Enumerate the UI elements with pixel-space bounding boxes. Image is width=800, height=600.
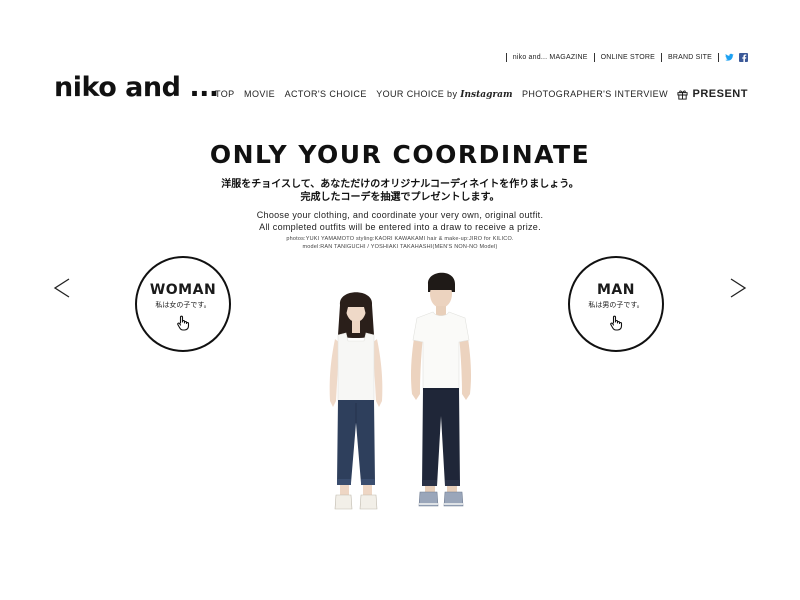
main-nav: TOP MOVIE ACTOR'S CHOICE YOUR CHOICE by … bbox=[215, 88, 748, 100]
pointer-hand-icon bbox=[610, 315, 623, 331]
twitter-icon[interactable] bbox=[725, 53, 734, 62]
man-sublabel: 私は男の子です。 bbox=[588, 301, 644, 309]
nav-actors-choice[interactable]: ACTOR'S CHOICE bbox=[285, 89, 367, 99]
en-description-line2: All completed outfits will be entered in… bbox=[259, 222, 541, 232]
man-label: MAN bbox=[597, 281, 635, 298]
en-description-line1: Choose your clothing, and coordinate you… bbox=[256, 210, 544, 220]
facebook-icon[interactable] bbox=[739, 53, 748, 62]
pointer-hand-icon bbox=[177, 315, 190, 331]
prev-arrow-icon[interactable] bbox=[52, 277, 72, 299]
man-select-button[interactable]: MAN 私は男の子です。 bbox=[568, 256, 664, 352]
divider bbox=[593, 53, 595, 62]
brand-logo[interactable]: niko and ... bbox=[54, 72, 219, 103]
nav-present-label: PRESENT bbox=[692, 88, 748, 100]
next-arrow-icon[interactable] bbox=[728, 277, 748, 299]
jp-description-line2: 完成したコーデを抽選でプレゼントします。 bbox=[300, 192, 500, 203]
female-model-image[interactable] bbox=[318, 283, 394, 515]
divider bbox=[718, 53, 719, 62]
page-title: ONLY YOUR COORDINATE bbox=[209, 140, 591, 169]
woman-select-button[interactable]: WOMAN 私は女の子です。 bbox=[135, 256, 231, 352]
nav-movie[interactable]: MOVIE bbox=[244, 89, 275, 99]
nav-present[interactable]: PRESENT bbox=[677, 88, 747, 100]
nav-your-choice[interactable]: YOUR CHOICE by Instagram bbox=[376, 89, 512, 100]
online-store-link[interactable]: ONLINE STORE bbox=[601, 54, 655, 61]
nav-your-choice-label: YOUR CHOICE by bbox=[376, 88, 458, 99]
nav-top[interactable]: TOP bbox=[215, 89, 235, 99]
gift-icon bbox=[677, 89, 689, 100]
photo-credits-line2: model:RAN TANIGUCHI / YOSHIAKI TAKAHASHI… bbox=[302, 244, 498, 250]
jp-description-line1: 洋服をチョイスして、あなただけのオリジナルコーディネイトを作りましょう。 bbox=[221, 179, 579, 190]
divider bbox=[505, 53, 507, 62]
divider bbox=[660, 53, 662, 62]
brand-site-link[interactable]: BRAND SITE bbox=[668, 54, 712, 61]
nav-photographers-interview[interactable]: PHOTOGRAPHER'S INTERVIEW bbox=[522, 89, 668, 99]
woman-sublabel: 私は女の子です。 bbox=[155, 301, 211, 309]
utility-bar: niko and... MAGAZINE ONLINE STORE BRAND … bbox=[500, 53, 748, 62]
male-model-image[interactable] bbox=[401, 266, 481, 516]
magazine-link[interactable]: niko and... MAGAZINE bbox=[513, 54, 588, 61]
social-links bbox=[725, 53, 748, 62]
woman-label: WOMAN bbox=[149, 281, 217, 298]
instagram-wordmark: Instagram bbox=[460, 89, 513, 100]
photo-credits-line1: photos:YUKI YAMAMOTO styling:KAORI KAWAK… bbox=[286, 236, 514, 242]
